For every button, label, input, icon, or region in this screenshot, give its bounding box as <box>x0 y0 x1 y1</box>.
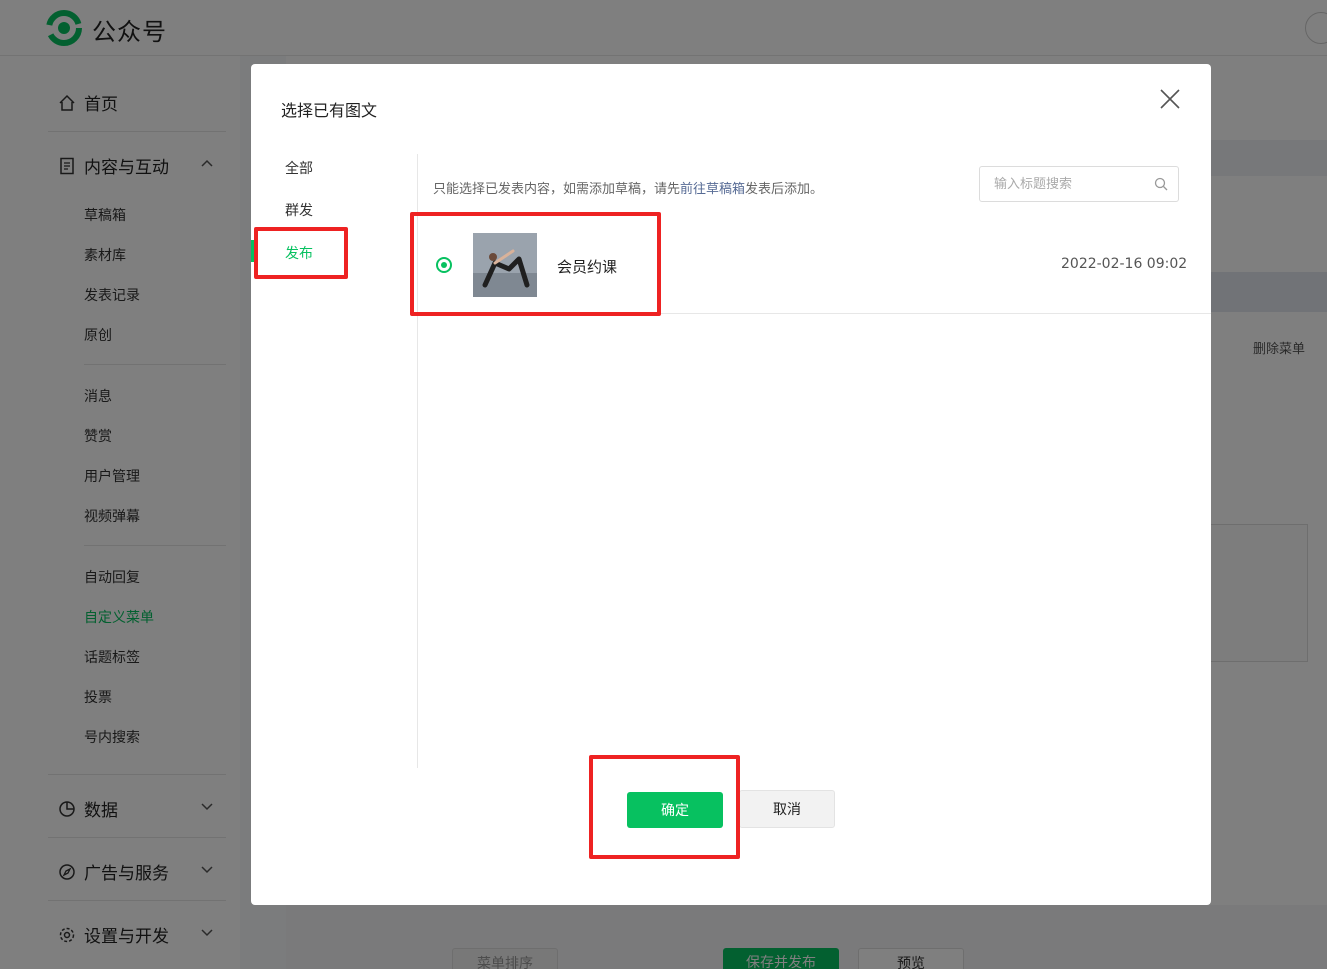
article-date: 2022-02-16 09:02 <box>1061 256 1188 272</box>
selected-radio[interactable] <box>436 257 452 273</box>
active-tab-indicator <box>251 240 254 262</box>
hint-prefix: 只能选择已发表内容，如需添加草稿，请先 <box>433 182 681 197</box>
tab-mass-send[interactable]: 群发 <box>285 200 313 220</box>
close-icon[interactable] <box>1159 88 1181 110</box>
select-article-dialog: 选择已有图文 全部 群发 发布 只能选择已发表内容，如需添加草稿，请先前往草稿箱… <box>251 64 1211 905</box>
hint-text: 只能选择已发表内容，如需添加草稿，请先前往草稿箱发表后添加。 <box>433 178 823 197</box>
article-list-item[interactable]: 会员约课 2022-02-16 09:02 <box>417 224 1211 314</box>
go-to-drafts-link[interactable]: 前往草稿箱 <box>680 182 745 197</box>
search-icon[interactable] <box>1154 177 1168 191</box>
article-thumbnail-image <box>473 233 537 297</box>
cancel-button[interactable]: 取消 <box>739 790 835 828</box>
dialog-title: 选择已有图文 <box>281 101 378 120</box>
search-input[interactable] <box>994 175 1144 193</box>
article-title: 会员约课 <box>557 258 618 276</box>
hint-suffix: 发表后添加。 <box>745 182 824 197</box>
confirm-button[interactable]: 确定 <box>627 792 723 828</box>
tab-all[interactable]: 全部 <box>285 158 313 178</box>
app-root: 公众号 首页 内容与互动 草稿箱 素材库 发表记录 原创 消息 赞赏 用户管理 … <box>0 0 1327 969</box>
tab-publish[interactable]: 发布 <box>285 243 313 263</box>
title-search-box <box>979 166 1179 202</box>
